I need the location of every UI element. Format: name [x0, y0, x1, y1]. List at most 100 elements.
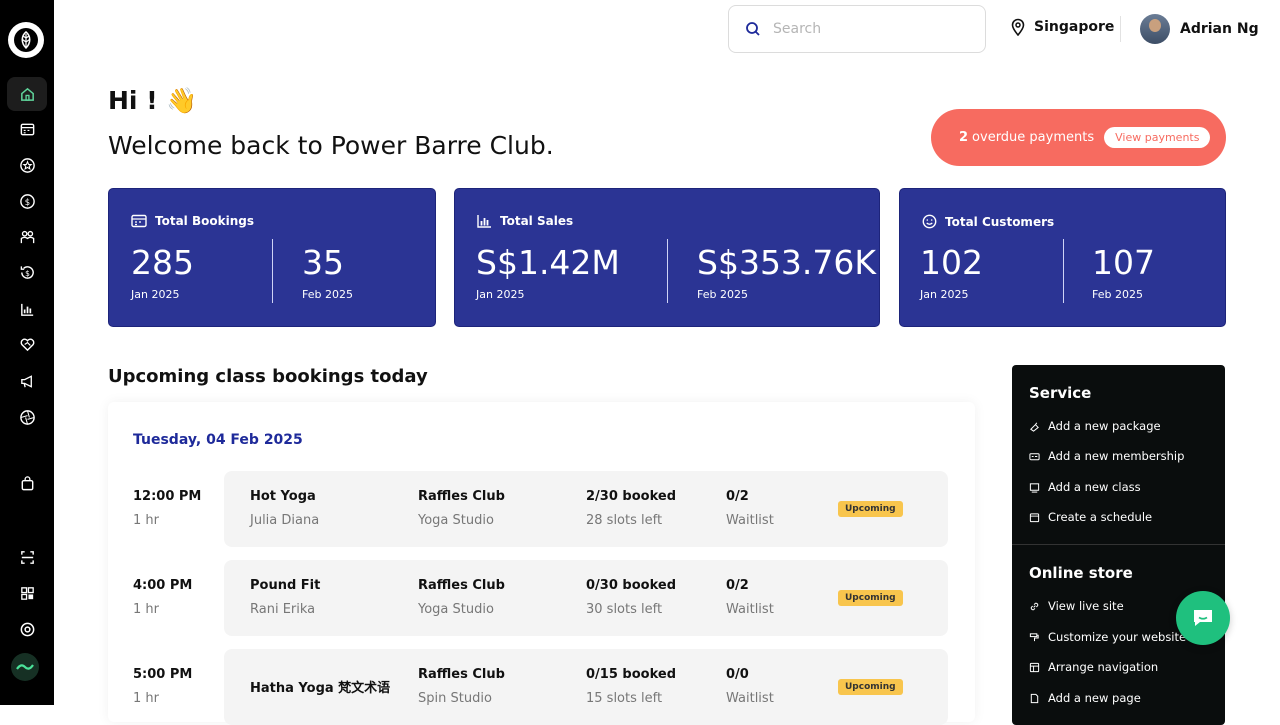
- gear-icon: [20, 622, 34, 636]
- arrange-navigation-link[interactable]: Arrange navigation: [1029, 660, 1158, 674]
- bookings-panel: Tuesday, 04 Feb 2025 12:00 PM 1 hr Hot Y…: [108, 402, 975, 725]
- slots-left: 28 slots left: [586, 513, 663, 528]
- stat-card-customers[interactable]: Total Customers 102 Jan 2025 107 Feb 202…: [899, 188, 1226, 327]
- nav-calendar[interactable]: [7, 112, 47, 146]
- nav-loyalty[interactable]: [7, 327, 47, 361]
- nav-sales[interactable]: $: [7, 255, 47, 289]
- overdue-text: overdue payments: [972, 130, 1095, 145]
- navigation-layout-icon: [1029, 662, 1040, 672]
- header-divider: [1120, 16, 1121, 42]
- megaphone-icon: [20, 374, 32, 388]
- card-title-text: Total Bookings: [155, 214, 254, 228]
- add-membership-link[interactable]: Add a new membership: [1029, 449, 1184, 463]
- search-icon: [746, 22, 760, 36]
- room-name: Yoga Studio: [418, 602, 494, 617]
- link-label: Add a new class: [1048, 480, 1141, 494]
- calendar-icon: [131, 214, 147, 228]
- nav-settings[interactable]: [7, 612, 47, 646]
- nav-reports[interactable]: [7, 292, 47, 326]
- nav-marketing[interactable]: [7, 364, 47, 398]
- heart-handshake-icon: [20, 338, 34, 351]
- refresh-dollar-icon: $: [20, 265, 34, 279]
- package-icon: [1030, 422, 1039, 432]
- time-value: 5:00 PM: [133, 667, 193, 682]
- workspace-avatar[interactable]: [11, 653, 39, 681]
- add-class-link[interactable]: Add a new class: [1029, 480, 1141, 494]
- avatar: [1140, 14, 1170, 44]
- waitlist-count: 0/2: [726, 489, 749, 504]
- shopping-bag-icon: [21, 475, 33, 490]
- welcome-message: Welcome back to Power Barre Club.: [108, 131, 554, 160]
- card-divider: [1063, 239, 1064, 303]
- booking-time: 4:00 PM 1 hr: [133, 578, 192, 617]
- view-payments-button[interactable]: View payments: [1104, 127, 1211, 148]
- metric-value: 285: [131, 243, 194, 282]
- metric-label: Feb 2025: [302, 288, 353, 301]
- nav-apps[interactable]: [7, 576, 47, 610]
- nav-store[interactable]: [7, 466, 47, 500]
- wave-emoji: 👋: [166, 86, 198, 115]
- sidebar: $ $: [0, 0, 54, 705]
- stat-card-sales[interactable]: Total Sales S$1.42M Jan 2025 S$353.76K F…: [454, 188, 880, 327]
- card-divider: [667, 239, 668, 303]
- nav-home[interactable]: [7, 77, 47, 111]
- metric-feb: 107 Feb 2025: [1092, 243, 1155, 301]
- star-circle-icon: [19, 157, 35, 173]
- booking-row[interactable]: Hot Yoga Julia Diana Raffles Club Yoga S…: [224, 471, 948, 547]
- metric-jan: 285 Jan 2025: [131, 243, 194, 301]
- brand-logo[interactable]: [8, 22, 44, 58]
- booking-row[interactable]: Pound Fit Rani Erika Raffles Club Yoga S…: [224, 560, 948, 636]
- time-value: 12:00 PM: [133, 489, 202, 504]
- add-page-link[interactable]: Add a new page: [1029, 691, 1141, 705]
- search-input[interactable]: [773, 21, 953, 37]
- nav-integrations[interactable]: [7, 400, 47, 434]
- metric-value: 107: [1092, 243, 1155, 282]
- user-menu[interactable]: Adrian Ng: [1140, 14, 1259, 44]
- customize-website-link[interactable]: Customize your website: [1029, 630, 1186, 644]
- service-title: Service: [1029, 384, 1092, 402]
- home-icon: [20, 87, 34, 101]
- smiley-icon: [922, 214, 937, 229]
- metric-value: 102: [920, 243, 983, 282]
- quick-actions-panel: Service Add a new package Add a new memb…: [1012, 365, 1225, 725]
- booking-row[interactable]: Hatha Yoga 梵文术语 Raffles Club Spin Studio…: [224, 649, 948, 725]
- svg-text:$: $: [25, 268, 30, 277]
- nav-scan[interactable]: [7, 540, 47, 574]
- create-schedule-link[interactable]: Create a schedule: [1029, 510, 1152, 524]
- metric-feb: S$353.76K Feb 2025: [697, 243, 876, 301]
- nav-payments[interactable]: $: [7, 184, 47, 218]
- membership-card-icon: [1029, 452, 1040, 460]
- location-cell: Raffles Club Yoga Studio: [418, 578, 505, 617]
- add-package-link[interactable]: Add a new package: [1029, 419, 1161, 433]
- metric-jan: S$1.42M Jan 2025: [476, 243, 620, 301]
- overdue-count: 2: [959, 130, 969, 145]
- greeting-text: Hi !: [108, 86, 158, 115]
- booked-count: 2/30 booked: [586, 489, 676, 504]
- link-label: Create a schedule: [1048, 510, 1153, 524]
- stat-card-bookings[interactable]: Total Bookings 285 Jan 2025 35 Feb 2025: [108, 188, 436, 327]
- duration: 1 hr: [133, 691, 159, 706]
- page-icon: [1030, 693, 1039, 703]
- link-icon: [1030, 602, 1039, 610]
- svg-text:$: $: [24, 197, 29, 207]
- metric-label: Feb 2025: [1092, 288, 1143, 301]
- view-live-site-link[interactable]: View live site: [1029, 599, 1124, 613]
- dollar-circle-icon: $: [19, 193, 35, 209]
- link-label: Customize your website: [1048, 630, 1187, 644]
- nav-favorites[interactable]: [7, 148, 47, 182]
- leaf-logo-icon: [14, 28, 38, 52]
- location-selector[interactable]: Singapore: [1010, 18, 1114, 36]
- chat-button[interactable]: [1176, 591, 1230, 645]
- waitlist-cell: 0/0 Waitlist: [726, 667, 774, 706]
- card-title-text: Total Customers: [945, 214, 1055, 229]
- waitlist-cell: 0/2 Waitlist: [726, 578, 774, 617]
- user-name: Adrian Ng: [1180, 21, 1259, 37]
- search-bar[interactable]: [728, 5, 986, 53]
- aperture-icon: [19, 409, 35, 425]
- class-name: Pound Fit: [250, 578, 321, 593]
- chat-bubble-icon: [1194, 610, 1212, 626]
- store-title: Online store: [1029, 564, 1133, 582]
- nav-customers[interactable]: [7, 220, 47, 254]
- instructor: Julia Diana: [250, 513, 320, 528]
- link-label: Add a new membership: [1048, 449, 1185, 463]
